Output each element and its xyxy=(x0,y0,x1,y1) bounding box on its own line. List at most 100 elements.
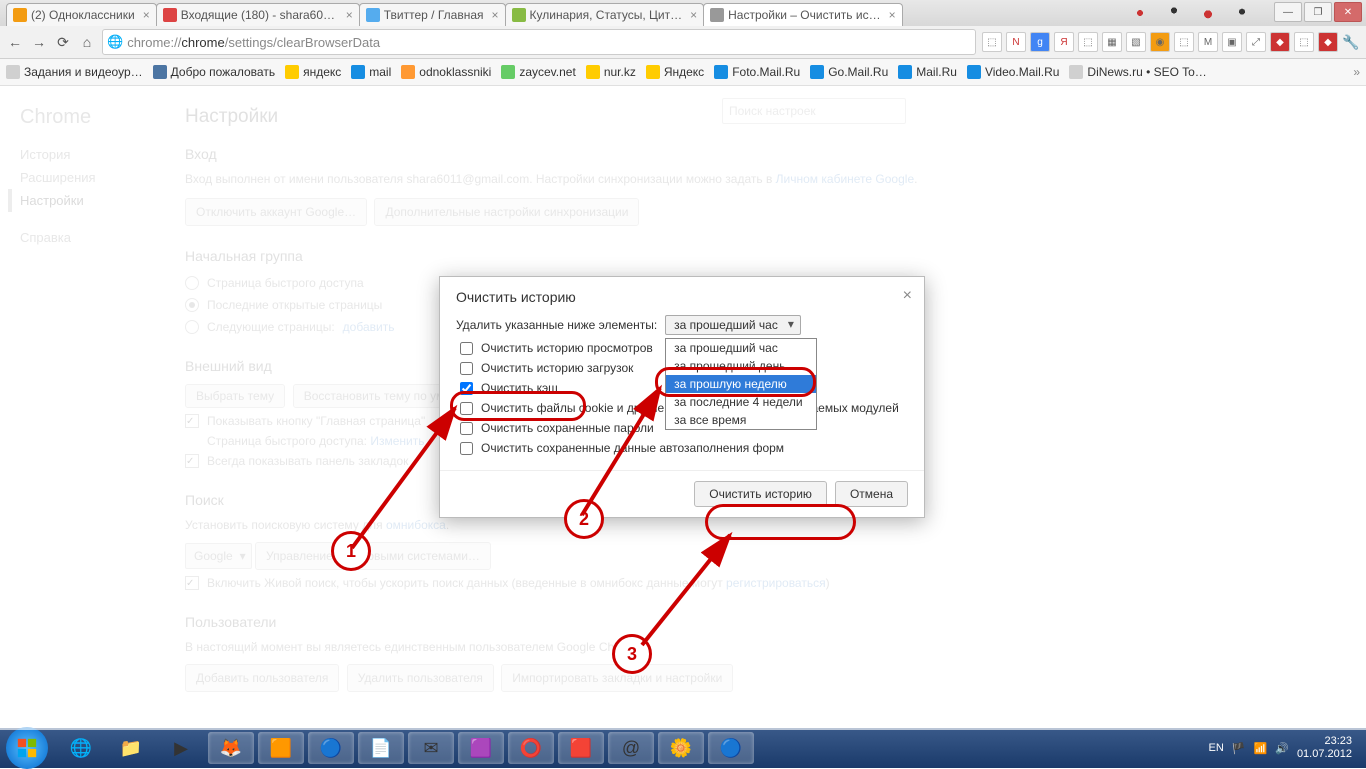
checkbox-icon[interactable] xyxy=(460,402,473,415)
bookmark-item[interactable]: Яндекс xyxy=(646,65,704,79)
window-controls: — ❐ ✕ xyxy=(1274,2,1362,22)
extension-icon[interactable]: N xyxy=(1006,32,1026,52)
bookmark-item[interactable]: Video.Mail.Ru xyxy=(967,65,1059,79)
taskbar-chrome[interactable]: ⭕ xyxy=(508,732,554,764)
start-button[interactable] xyxy=(6,727,48,769)
taskbar-icq[interactable]: 🌼 xyxy=(658,732,704,764)
bookmark-item[interactable]: nur.kz xyxy=(586,65,636,79)
bookmark-item[interactable]: яндекс xyxy=(285,65,341,79)
clear-autofill-checkbox[interactable]: Очистить сохраненные данные автозаполнен… xyxy=(456,438,908,458)
extension-icon[interactable]: ⤢ xyxy=(1246,32,1266,52)
tab-odnoklassniki[interactable]: (2) Одноклассники× xyxy=(6,3,157,26)
bookmark-label: Foto.Mail.Ru xyxy=(732,65,800,79)
bookmark-item[interactable]: Задания и видеоур… xyxy=(6,65,143,79)
taskbar-ie[interactable]: 🌐 xyxy=(58,732,104,764)
clear-history-dialog: × Очистить историю Удалить указанные ниж… xyxy=(439,276,925,518)
tray-volume-icon[interactable]: 🔊 xyxy=(1275,742,1289,755)
close-icon[interactable]: × xyxy=(143,8,150,22)
bookmark-item[interactable]: Mail.Ru xyxy=(898,65,957,79)
bookmarks-bar: Задания и видеоур… Добро пожаловать янде… xyxy=(0,59,1366,86)
taskbar-app[interactable]: 📄 xyxy=(358,732,404,764)
cancel-button[interactable]: Отмена xyxy=(835,481,908,507)
checkbox-icon[interactable] xyxy=(460,422,473,435)
close-icon[interactable]: × xyxy=(690,8,697,22)
select-option[interactable]: за все время xyxy=(666,411,816,429)
forward-button[interactable]: → xyxy=(30,33,48,51)
close-icon[interactable]: × xyxy=(889,8,896,22)
extension-icon[interactable]: ▣ xyxy=(1222,32,1242,52)
checkbox-label: Очистить кэш xyxy=(481,381,558,395)
bookmark-icon xyxy=(351,65,365,79)
bookmark-item[interactable]: mail xyxy=(351,65,391,79)
taskbar-app[interactable]: 🔵 xyxy=(308,732,354,764)
dialog-close-button[interactable]: × xyxy=(903,287,912,305)
bookmark-item[interactable]: Добро пожаловать xyxy=(153,65,275,79)
checkbox-label: Очистить сохраненные пароли xyxy=(481,421,654,435)
clear-history-button[interactable]: Очистить историю xyxy=(694,481,827,507)
extension-icon[interactable]: ◆ xyxy=(1270,32,1290,52)
url-text: chrome://chrome/settings/clearBrowserDat… xyxy=(127,35,380,50)
checkbox-icon[interactable] xyxy=(460,442,473,455)
taskbar-skype[interactable]: 🔵 xyxy=(708,732,754,764)
bookmark-item[interactable]: odnoklassniki xyxy=(401,65,491,79)
tab-twitter[interactable]: Твиттер / Главная× xyxy=(359,3,506,26)
taskbar-yandex[interactable]: 🟥 xyxy=(558,732,604,764)
maximize-button[interactable]: ❐ xyxy=(1304,2,1332,22)
bookmark-icon xyxy=(6,65,20,79)
taskbar-explorer[interactable]: 📁 xyxy=(108,732,154,764)
taskbar-app[interactable]: 🟪 xyxy=(458,732,504,764)
extension-icon[interactable]: ◆ xyxy=(1318,32,1338,52)
extension-icon[interactable]: ⬚ xyxy=(1294,32,1314,52)
extension-icon[interactable]: ◉ xyxy=(1150,32,1170,52)
bookmark-icon xyxy=(401,65,415,79)
taskbar-mail[interactable]: @ xyxy=(608,732,654,764)
taskbar-app[interactable]: ✉ xyxy=(408,732,454,764)
wrench-icon[interactable]: 🔧 xyxy=(1342,33,1360,51)
bookmark-label: odnoklassniki xyxy=(419,65,491,79)
globe-icon: 🌐 xyxy=(107,34,123,50)
select-value: за прошедший час xyxy=(665,315,801,335)
extension-icon[interactable]: g xyxy=(1030,32,1050,52)
extension-icon[interactable]: M xyxy=(1198,32,1218,52)
tray-clock[interactable]: 23:23 01.07.2012 xyxy=(1297,735,1352,761)
browser-toolbar: ← → ⟳ ⌂ 🌐 chrome://chrome/settings/clear… xyxy=(0,26,1366,59)
bookmark-item[interactable]: DiNews.ru • SEO To… xyxy=(1069,65,1206,79)
tray-network-icon[interactable]: 📶 xyxy=(1254,742,1268,755)
extension-icon[interactable]: ⬚ xyxy=(1078,32,1098,52)
extension-icon[interactable]: ⬚ xyxy=(982,32,1002,52)
taskbar-media[interactable]: ▶ xyxy=(158,732,204,764)
close-window-button[interactable]: ✕ xyxy=(1334,2,1362,22)
taskbar-firefox[interactable]: 🦊 xyxy=(208,732,254,764)
tab-cooking[interactable]: Кулинария, Статусы, Цит…× xyxy=(505,3,705,26)
close-icon[interactable]: × xyxy=(492,8,499,22)
tab-settings[interactable]: Настройки – Очистить ис…× xyxy=(703,3,902,26)
extension-icon[interactable]: ▧ xyxy=(1126,32,1146,52)
back-button[interactable]: ← xyxy=(6,33,24,51)
extension-icon[interactable]: ⬚ xyxy=(1174,32,1194,52)
tray-flag-icon[interactable]: 🏴 xyxy=(1232,742,1246,755)
taskbar-app[interactable]: 🟧 xyxy=(258,732,304,764)
bookmark-item[interactable]: Foto.Mail.Ru xyxy=(714,65,800,79)
bookmark-item[interactable]: zaycev.net xyxy=(501,65,575,79)
select-option[interactable]: за последние 4 недели xyxy=(666,393,816,411)
checkbox-icon[interactable] xyxy=(460,382,473,395)
clock-date: 01.07.2012 xyxy=(1297,748,1352,761)
home-button[interactable]: ⌂ xyxy=(78,33,96,51)
omnibox[interactable]: 🌐 chrome://chrome/settings/clearBrowserD… xyxy=(102,29,976,55)
tab-gmail[interactable]: Входящие (180) - shara601…× xyxy=(156,3,360,26)
close-icon[interactable]: × xyxy=(346,8,353,22)
select-option[interactable]: за прошлую неделю xyxy=(666,375,816,393)
clock-time: 23:23 xyxy=(1297,735,1352,748)
bookmarks-overflow[interactable]: » xyxy=(1353,65,1360,79)
checkbox-icon[interactable] xyxy=(460,342,473,355)
select-option[interactable]: за прошедший час xyxy=(666,339,816,357)
extension-icon[interactable]: ▦ xyxy=(1102,32,1122,52)
time-range-select[interactable]: за прошедший час за прошедший час за про… xyxy=(665,317,801,332)
tray-lang[interactable]: EN xyxy=(1209,742,1224,754)
checkbox-icon[interactable] xyxy=(460,362,473,375)
minimize-button[interactable]: — xyxy=(1274,2,1302,22)
reload-button[interactable]: ⟳ xyxy=(54,33,72,51)
bookmark-item[interactable]: Go.Mail.Ru xyxy=(810,65,888,79)
select-option[interactable]: за прошедший день xyxy=(666,357,816,375)
extension-icon[interactable]: Я xyxy=(1054,32,1074,52)
